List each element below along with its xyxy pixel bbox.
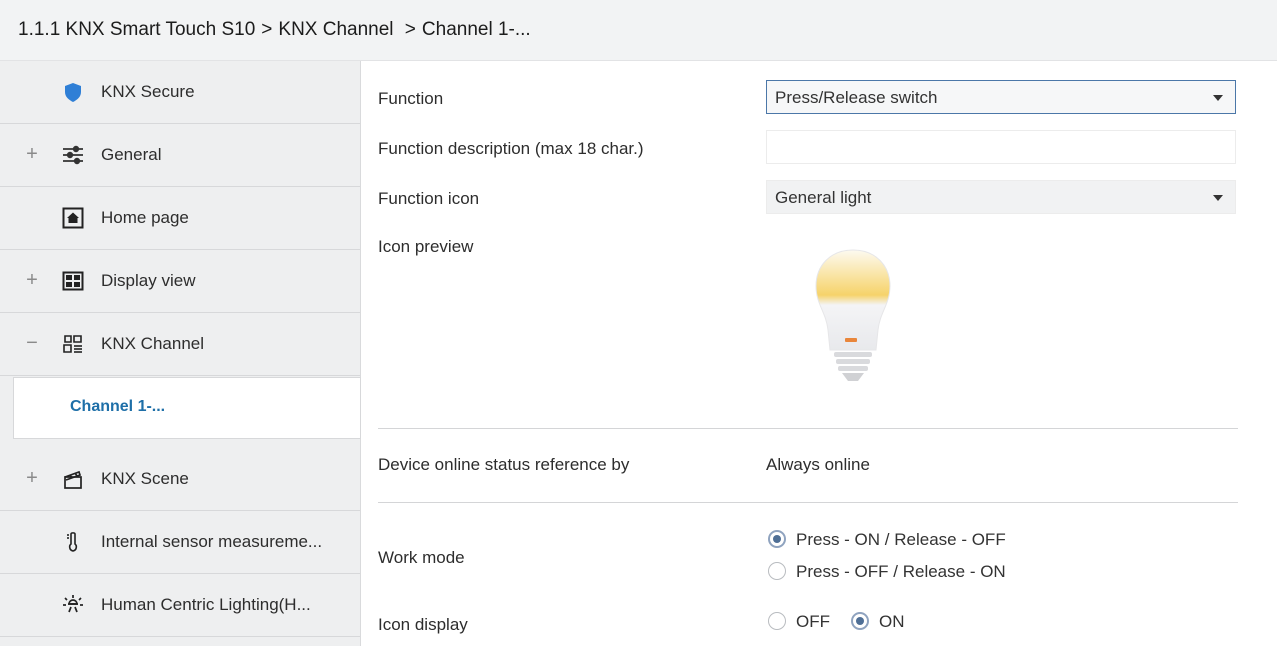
divider [378,428,1238,429]
expand-icon[interactable]: + [22,143,42,165]
work-mode-option-on-off[interactable]: Press - ON / Release - OFF [768,530,1006,550]
sidebar-item-label: Home page [101,208,189,227]
light-bulb-icon [808,246,898,392]
home-icon [62,207,84,229]
sidebar-item-label: KNX Secure [101,82,195,101]
chevron-down-icon [1213,95,1223,101]
grid-view-icon [62,270,84,292]
online-status-value: Always online [766,455,870,474]
icon-display-option-off[interactable]: OFF [768,612,830,632]
sidebar-item-label: KNX Scene [101,469,189,488]
sun-icon [62,594,84,616]
icon-display-option-label: OFF [796,612,830,631]
expand-icon[interactable]: + [22,467,42,489]
function-icon-select-value: General light [775,188,872,207]
sidebar-item-channel-1[interactable]: Channel 1-... [13,377,361,439]
icon-display-option-on[interactable]: ON [851,612,905,632]
sidebar-item-label: Internal sensor measureme... [101,532,323,551]
function-label: Function [378,89,444,108]
function-icon-select[interactable]: General light [766,180,1236,214]
divider [378,502,1238,503]
icon-display-label: Icon display [378,615,468,634]
breadcrumb: 1.1.1 KNX Smart Touch S10 > KNX Channel > C… [18,19,537,41]
sidebar-item-general[interactable]: + General [0,124,360,187]
sidebar-item-label: General [101,145,162,164]
breadcrumb-separator: > [404,19,416,40]
work-mode-option-label: Press - ON / Release - OFF [796,530,1006,549]
function-select-value: Press/Release switch [775,88,938,107]
sidebar-item-label: Display view [101,271,196,290]
sidebar-item-label: Human Centric Lighting(H... [101,595,311,614]
sidebar-item-human-centric-lighting[interactable]: Human Centric Lighting(H... [0,574,360,637]
breadcrumb-device[interactable]: 1.1.1 KNX Smart Touch S10 [18,19,255,40]
channel-icon [62,333,84,355]
work-mode-option-label: Press - OFF / Release - ON [796,562,1006,581]
sidebar-item-display-view[interactable]: + Display view [0,250,360,313]
thermometer-icon [62,531,84,553]
online-status-label: Device online status reference by [378,455,630,474]
radio-button-selected[interactable] [851,612,869,631]
breadcrumb-separator: > [261,19,273,40]
sidebar-item-internal-sensor[interactable]: Internal sensor measureme... [0,511,360,574]
sidebar-item-knx-channel[interactable]: − KNX Channel [0,313,360,376]
sidebar-item-knx-secure[interactable]: KNX Secure [0,61,360,124]
sidebar: KNX Secure + General Home page + Display… [0,61,361,646]
work-mode-option-off-on[interactable]: Press - OFF / Release - ON [768,562,1006,582]
sidebar-item-knx-scene[interactable]: + KNX Scene [0,448,360,511]
clapperboard-icon [62,468,84,490]
function-description-label: Function description (max 18 char.) [378,139,644,158]
sidebar-item-label: Channel 1-... [70,398,166,415]
function-description-input[interactable] [766,130,1236,164]
breadcrumb-channel[interactable]: Channel 1-... [422,19,531,40]
chevron-down-icon [1213,195,1223,201]
radio-button-selected[interactable] [768,530,786,549]
collapse-icon[interactable]: − [22,332,42,354]
breadcrumb-channel-group[interactable]: KNX Channel [278,19,393,40]
header-bar: 1.1.1 KNX Smart Touch S10 > KNX Channel > C… [0,0,1277,61]
icon-display-option-label: ON [879,612,905,631]
shield-icon [62,81,84,103]
sidebar-item-label: KNX Channel [101,334,205,353]
work-mode-label: Work mode [378,548,465,567]
radio-button[interactable] [768,562,786,581]
icon-preview-label: Icon preview [378,237,474,256]
sliders-icon [62,144,84,166]
function-icon-label: Function icon [378,189,480,208]
sidebar-item-home-page[interactable]: Home page [0,187,360,250]
function-select[interactable]: Press/Release switch [766,80,1236,114]
expand-icon[interactable]: + [22,269,42,291]
radio-button[interactable] [768,612,786,631]
